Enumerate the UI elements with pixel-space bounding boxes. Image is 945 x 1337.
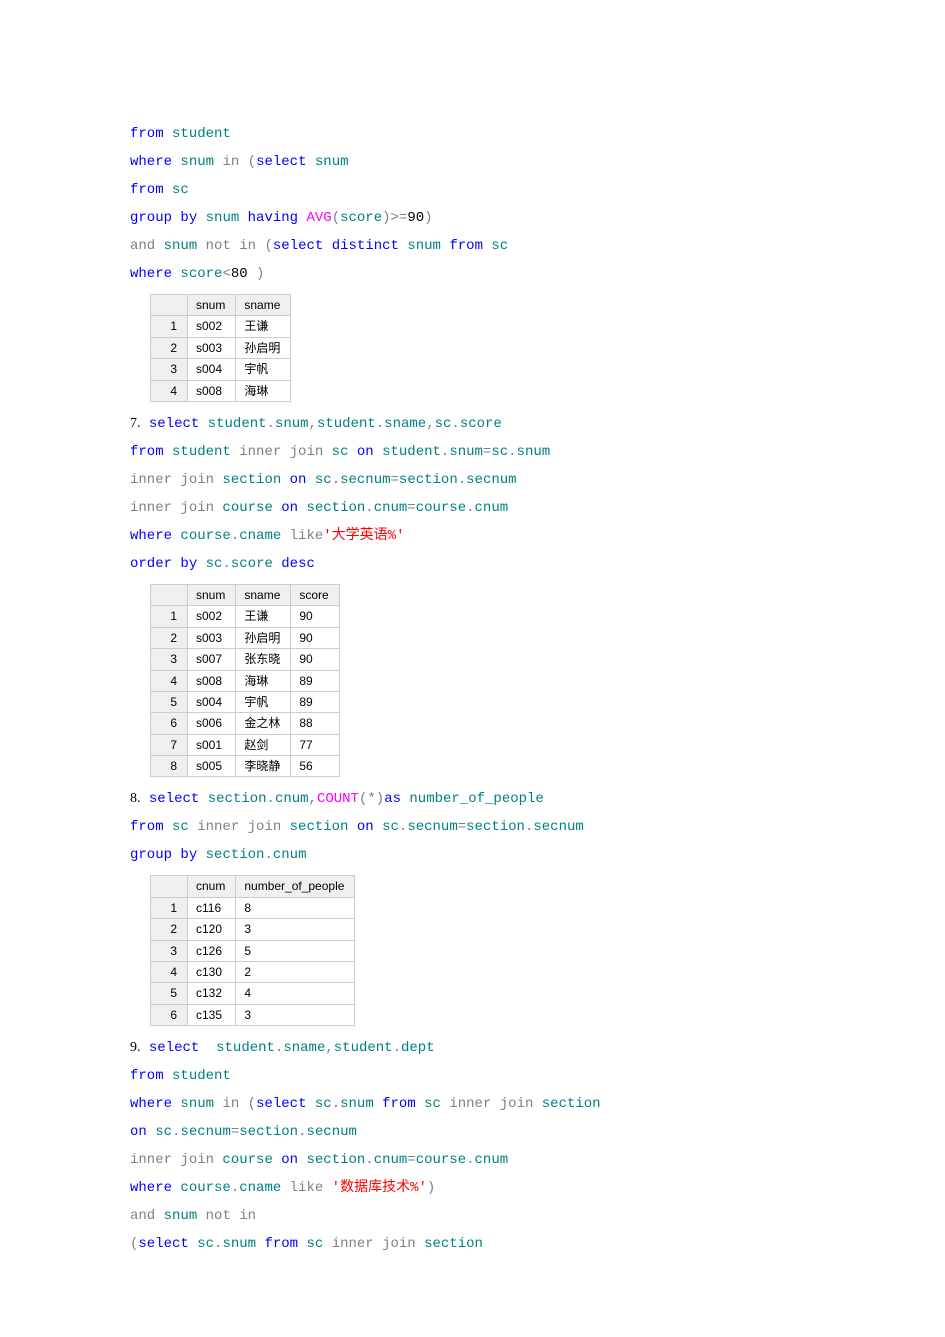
table-row: 4s008海琳89 bbox=[151, 670, 340, 691]
sql-line: and snum not in bbox=[130, 1202, 815, 1230]
table-header: sname bbox=[236, 295, 291, 316]
table-row: 5c1324 bbox=[151, 983, 355, 1004]
table-header: snum bbox=[188, 295, 236, 316]
sql-line: order by sc.score desc bbox=[130, 550, 815, 578]
sql-line: from student inner join sc on student.sn… bbox=[130, 438, 815, 466]
table-row: 7s001赵剑77 bbox=[151, 734, 340, 755]
sql-line: from sc bbox=[130, 176, 815, 204]
table-header bbox=[151, 584, 188, 605]
table-header: sname bbox=[236, 584, 291, 605]
table-row: 6c1353 bbox=[151, 1004, 355, 1025]
table-row: 5s004宇帆89 bbox=[151, 691, 340, 712]
table-header bbox=[151, 876, 188, 897]
sql-line: from student bbox=[130, 120, 815, 148]
table-row: 4s008海琳 bbox=[151, 380, 291, 401]
sql-line: inner join course on section.cnum=course… bbox=[130, 1146, 815, 1174]
sql-line: (select sc.snum from sc inner join secti… bbox=[130, 1230, 815, 1258]
table-row: 2s003孙启明90 bbox=[151, 627, 340, 648]
table-row: 1 s002 王谦 bbox=[151, 316, 291, 337]
table-row: 3c1265 bbox=[151, 940, 355, 961]
table-header: score bbox=[291, 584, 339, 605]
table-row: 2c1203 bbox=[151, 919, 355, 940]
table-row: 3s007张东晓90 bbox=[151, 649, 340, 670]
sql-line: 9. select student.sname,student.dept bbox=[130, 1034, 815, 1062]
result-table-1: snum sname 1 s002 王谦 2s003孙启明 3s004宇帆 4s… bbox=[150, 294, 291, 402]
sql-line: from student bbox=[130, 1062, 815, 1090]
table-row: 8s005李晓静56 bbox=[151, 756, 340, 777]
table-header: snum bbox=[188, 584, 236, 605]
table-header bbox=[151, 295, 188, 316]
sql-line: where score<80 ) bbox=[130, 260, 815, 288]
sql-line: inner join section on sc.secnum=section.… bbox=[130, 466, 815, 494]
sql-line: 8. select section.cnum,COUNT(*)as number… bbox=[130, 785, 815, 813]
table-row: 1s002王谦90 bbox=[151, 606, 340, 627]
sql-line: where snum in (select snum bbox=[130, 148, 815, 176]
table-row: 1c1168 bbox=[151, 897, 355, 918]
result-table-3: cnum number_of_people 1c1168 2c1203 3c12… bbox=[150, 875, 355, 1026]
table-row: 4c1302 bbox=[151, 962, 355, 983]
sql-line: inner join course on section.cnum=course… bbox=[130, 494, 815, 522]
table-row: 3s004宇帆 bbox=[151, 359, 291, 380]
sql-line: and snum not in (select distinct snum fr… bbox=[130, 232, 815, 260]
sql-line: from sc inner join section on sc.secnum=… bbox=[130, 813, 815, 841]
table-row: 2s003孙启明 bbox=[151, 337, 291, 358]
sql-line: where snum in (select sc.snum from sc in… bbox=[130, 1090, 815, 1118]
table-header: number_of_people bbox=[236, 876, 355, 897]
table-row: 6s006金之林88 bbox=[151, 713, 340, 734]
result-table-2: snum sname score 1s002王谦90 2s003孙启明90 3s… bbox=[150, 584, 340, 778]
table-header: cnum bbox=[188, 876, 236, 897]
sql-line: group by snum having AVG(score)>=90) bbox=[130, 204, 815, 232]
sql-line: on sc.secnum=section.secnum bbox=[130, 1118, 815, 1146]
sql-line: where course.cname like '数据库技术%') bbox=[130, 1174, 815, 1202]
sql-line: where course.cname like'大学英语%' bbox=[130, 522, 815, 550]
sql-line: 7. select student.snum,student.sname,sc.… bbox=[130, 410, 815, 438]
sql-line: group by section.cnum bbox=[130, 841, 815, 869]
